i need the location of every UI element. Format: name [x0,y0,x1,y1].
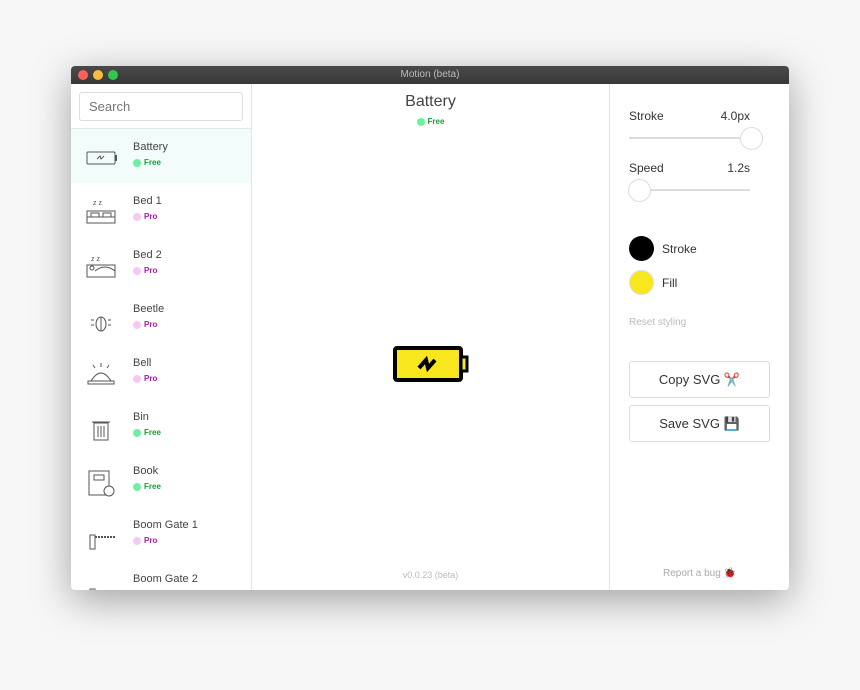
list-item[interactable]: z z Bed 1 Pro [71,183,251,237]
tier-badge: Pro [133,374,157,383]
list-item[interactable]: Boom Gate 2 Pro [71,561,251,590]
tier-badge: Free [133,482,161,491]
title-bar: Motion (beta) [71,66,789,84]
list-item[interactable]: Battery Free [71,129,251,183]
book-check-icon [88,470,115,497]
svg-text:z z: z z [93,200,102,207]
search-input[interactable] [79,92,243,121]
stroke-color-label: Stroke [662,242,697,256]
list-item[interactable]: z z Bed 2 Pro [71,237,251,291]
item-name: Bed 1 [133,195,162,207]
item-name: Boom Gate 2 [133,573,198,585]
version-label: v0.0.23 (beta) [402,570,459,580]
bed-sleeping-icon: z z [86,256,116,278]
preview-pane: Battery Free v0.0.23 (beta) [252,84,610,590]
app-window: Motion (beta) Battery Freez z Bed 1 Proz… [71,66,789,590]
list-item[interactable]: Bin Free [71,399,251,453]
stroke-width-label: Stroke [629,109,664,123]
tier-badge: Free [133,428,161,437]
report-bug-link[interactable]: Report a bug 🐞 [610,568,789,579]
tier-badge: Pro [133,536,157,545]
window-title: Motion (beta) [400,69,460,80]
tier-badge: Pro [133,266,157,275]
list-item[interactable]: Bell Pro [71,345,251,399]
svg-text:z z: z z [91,256,100,263]
item-name: Book [133,465,159,477]
item-name: Beetle [133,303,165,315]
fill-color-swatch[interactable] [629,270,654,295]
stroke-width-slider-handle[interactable] [740,127,763,150]
boom-gate-icon [89,534,115,550]
item-name: Bell [133,357,152,369]
tier-badge: Pro [133,212,157,221]
save-svg-button[interactable]: Save SVG 💾 [629,405,770,442]
item-name: Bin [133,411,149,423]
trash-bin-icon [92,421,110,441]
icon-list: Battery Free z z Bed 1 Pro z z Bed 2 Pro B… [71,129,251,590]
boom-gate-icon [89,588,96,590]
service-bell-icon [87,363,115,385]
tier-badge: Free [133,158,161,167]
sidebar: Battery Freez z Bed 1 Proz z Bed 2 Pro B… [71,84,252,590]
preview-badge: Free [252,117,609,126]
maximize-button[interactable] [108,70,118,80]
copy-svg-button[interactable]: Copy SVG ✂️ [629,361,770,398]
battery-icon [86,151,117,165]
item-name: Bed 2 [133,249,162,261]
item-name: Boom Gate 1 [133,519,198,531]
list-item[interactable]: Book Free [71,453,251,507]
beetle-icon [91,316,111,332]
preview-title: Battery [405,93,456,110]
fill-color-label: Fill [662,276,678,290]
speed-label: Speed [629,161,664,175]
bed-icon: z z [86,200,116,224]
controls-panel: Stroke 4.0px Speed 1.2s Stroke Fill Rese… [610,84,789,590]
stroke-width-slider[interactable] [629,137,750,139]
battery-preview-icon [393,346,469,382]
tier-badge: Pro [133,320,157,329]
speed-slider-handle[interactable] [628,179,651,202]
item-name: Battery [133,141,168,153]
minimize-button[interactable] [93,70,103,80]
stroke-color-swatch[interactable] [629,236,654,261]
reset-styling-link[interactable]: Reset styling [629,317,686,328]
list-item[interactable]: Beetle Pro [71,291,251,345]
stroke-width-value: 4.0px [720,109,750,123]
speed-value: 1.2s [727,161,750,175]
close-button[interactable] [78,70,88,80]
list-item[interactable]: Boom Gate 1 Pro [71,507,251,561]
